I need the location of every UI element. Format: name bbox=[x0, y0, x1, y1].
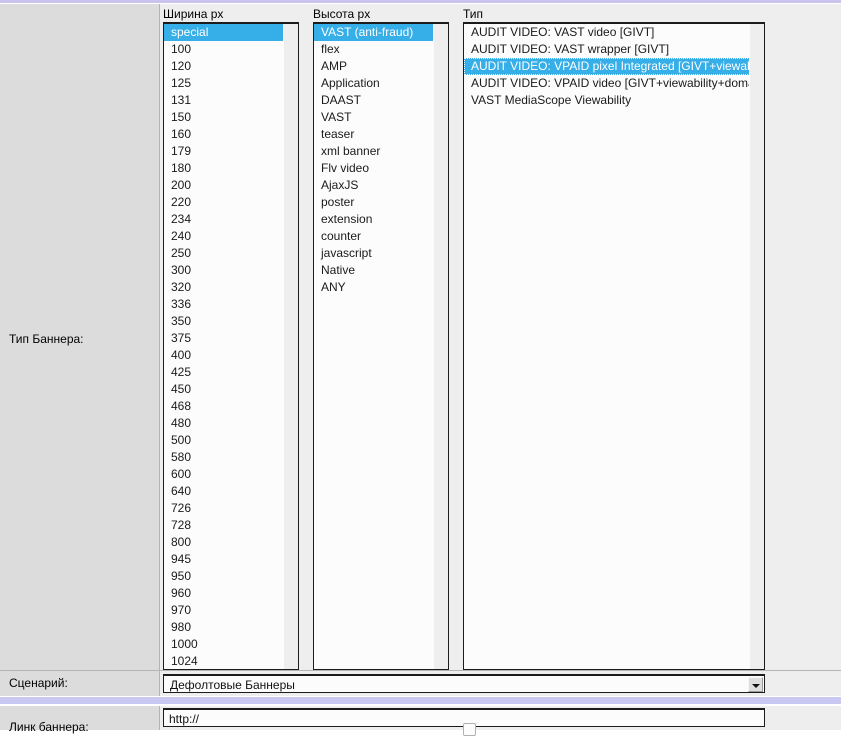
list-item[interactable]: AMP bbox=[314, 58, 448, 75]
list-item[interactable]: 200 bbox=[164, 177, 298, 194]
list-item[interactable]: javascript bbox=[314, 245, 448, 262]
list-item[interactable]: AUDIT VIDEO: VAST wrapper [GIVT] bbox=[464, 41, 764, 58]
list-item[interactable]: 480 bbox=[164, 415, 298, 432]
list-item[interactable]: 640 bbox=[164, 483, 298, 500]
list-item[interactable]: 375 bbox=[164, 330, 298, 347]
scenario-label: Сценарий: bbox=[9, 676, 68, 690]
height-listbox[interactable]: VAST (anti-fraud) flex AMP Application DAAST… bbox=[313, 22, 449, 670]
list-item[interactable]: counter bbox=[314, 228, 448, 245]
list-item[interactable]: AUDIT VIDEO: VPAID pixel Integrated [GIV… bbox=[464, 58, 764, 75]
list-item[interactable]: 100 bbox=[164, 41, 298, 58]
list-item[interactable]: 180 bbox=[164, 160, 298, 177]
scenario-label-cell: Сценарий: bbox=[0, 671, 160, 696]
type-column-header: Тип bbox=[463, 7, 484, 21]
banner-link-label-cell: Линк баннера: bbox=[0, 706, 160, 734]
list-item[interactable]: 950 bbox=[164, 568, 298, 585]
list-item[interactable]: 450 bbox=[164, 381, 298, 398]
list-item[interactable]: extension bbox=[314, 211, 448, 228]
list-item[interactable]: 580 bbox=[164, 449, 298, 466]
scenario-select[interactable]: Дефолтовые Баннеры bbox=[163, 674, 765, 693]
list-item[interactable]: 320 bbox=[164, 279, 298, 296]
list-item[interactable]: 728 bbox=[164, 517, 298, 534]
list-item[interactable]: VAST bbox=[314, 109, 448, 126]
list-item[interactable]: special bbox=[164, 24, 298, 41]
list-item[interactable]: flex bbox=[314, 41, 448, 58]
list-item[interactable]: AUDIT VIDEO: VAST video [GIVT] bbox=[464, 24, 764, 41]
list-item[interactable]: AjaxJS bbox=[314, 177, 448, 194]
chevron-down-icon[interactable] bbox=[748, 677, 763, 692]
list-item[interactable]: 500 bbox=[164, 432, 298, 449]
list-item[interactable]: 125 bbox=[164, 75, 298, 92]
list-item[interactable]: xml banner bbox=[314, 143, 448, 160]
banner-link-input-value: http:// bbox=[169, 712, 200, 726]
list-item[interactable]: 220 bbox=[164, 194, 298, 211]
list-item[interactable]: 800 bbox=[164, 534, 298, 551]
list-item[interactable]: 150 bbox=[164, 109, 298, 126]
list-item[interactable]: Flv video bbox=[314, 160, 448, 177]
banner-type-row: Тип Баннера: Ширина px special 100 120 125 1… bbox=[0, 4, 841, 670]
list-item[interactable]: 350 bbox=[164, 313, 298, 330]
list-item[interactable]: 468 bbox=[164, 398, 298, 415]
list-item[interactable]: 179 bbox=[164, 143, 298, 160]
list-item[interactable]: 425 bbox=[164, 364, 298, 381]
list-item[interactable]: 336 bbox=[164, 296, 298, 313]
list-item[interactable]: 120 bbox=[164, 58, 298, 75]
list-item[interactable]: 240 bbox=[164, 228, 298, 245]
list-item[interactable]: poster bbox=[314, 194, 448, 211]
scenario-select-value: Дефолтовые Баннеры bbox=[170, 678, 295, 692]
list-item[interactable]: ANY bbox=[314, 279, 448, 296]
section-divider bbox=[0, 697, 841, 704]
height-scrollbar[interactable] bbox=[433, 24, 448, 669]
banner-type-label-cell: Тип Баннера: bbox=[0, 4, 160, 670]
banner-link-label: Линк баннера: bbox=[9, 720, 89, 734]
list-item[interactable]: VAST MediaScope Viewability bbox=[464, 92, 764, 109]
list-item[interactable]: 234 bbox=[164, 211, 298, 228]
height-column-header: Высота px bbox=[313, 7, 371, 21]
list-item[interactable]: teaser bbox=[314, 126, 448, 143]
list-item[interactable]: DAAST bbox=[314, 92, 448, 109]
list-item[interactable]: 400 bbox=[164, 347, 298, 364]
list-item[interactable]: Native bbox=[314, 262, 448, 279]
list-item[interactable]: 980 bbox=[164, 619, 298, 636]
list-item[interactable]: 945 bbox=[164, 551, 298, 568]
list-item[interactable]: 600 bbox=[164, 466, 298, 483]
width-column-header: Ширина px bbox=[163, 7, 224, 21]
list-item[interactable]: 131 bbox=[164, 92, 298, 109]
list-item[interactable]: 1024 bbox=[164, 653, 298, 669]
width-listbox[interactable]: special 100 120 125 131 150 160 179 180 200 220 234… bbox=[163, 22, 299, 670]
type-listbox[interactable]: AUDIT VIDEO: VAST video [GIVT] AUDIT VIDE… bbox=[463, 22, 765, 670]
list-item[interactable]: AUDIT VIDEO: VPAID video [GIVT+viewabili… bbox=[464, 75, 764, 92]
banner-type-label: Тип Баннера: bbox=[9, 332, 84, 346]
list-item[interactable]: 970 bbox=[164, 602, 298, 619]
scenario-row: Сценарий: Дефолтовые Баннеры bbox=[0, 670, 841, 696]
list-item[interactable]: 250 bbox=[164, 245, 298, 262]
list-item[interactable]: Application bbox=[314, 75, 448, 92]
list-item[interactable]: 300 bbox=[164, 262, 298, 279]
list-item[interactable]: 1000 bbox=[164, 636, 298, 653]
width-scrollbar[interactable] bbox=[283, 24, 298, 669]
list-item[interactable]: VAST (anti-fraud) bbox=[314, 24, 448, 41]
list-item[interactable]: 960 bbox=[164, 585, 298, 602]
list-item[interactable]: 726 bbox=[164, 500, 298, 517]
banner-link-row: Линк баннера: http:// bbox=[0, 706, 841, 734]
list-item[interactable]: 160 bbox=[164, 126, 298, 143]
type-scrollbar[interactable] bbox=[749, 24, 764, 669]
